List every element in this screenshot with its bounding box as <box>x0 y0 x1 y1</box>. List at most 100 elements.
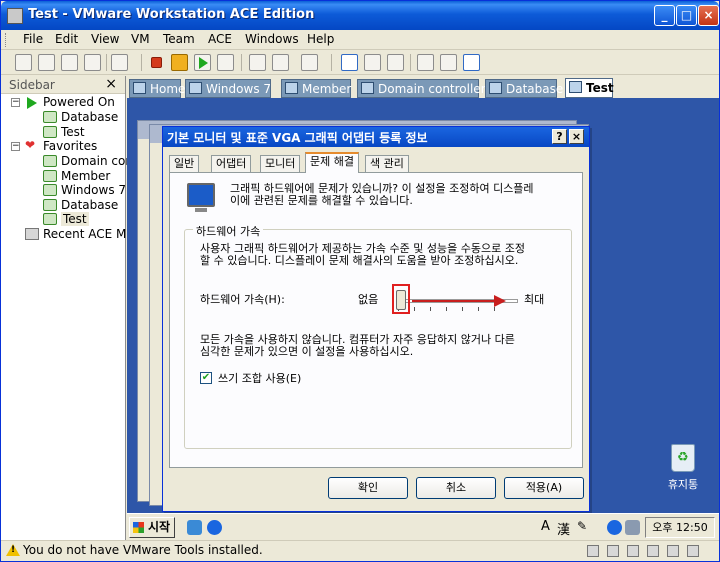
minimize-button[interactable]: _ <box>654 5 675 26</box>
status-bar: You do not have VMware Tools installed. <box>1 540 719 561</box>
recent-icon <box>25 228 39 240</box>
fullscreen-icon[interactable] <box>364 54 381 71</box>
menu-team[interactable]: Team <box>163 32 195 46</box>
cdrom-icon[interactable] <box>607 545 619 557</box>
menu-edit[interactable]: Edit <box>55 32 78 46</box>
sidebar-item-test-fav[interactable]: Test <box>61 212 89 226</box>
pause-icon[interactable] <box>171 54 188 71</box>
close-button[interactable]: × <box>698 5 719 26</box>
recycle-bin[interactable]: 휴지통 <box>655 444 711 492</box>
language-bar: A 漢 ✎ <box>537 517 601 538</box>
warning-icon <box>6 544 20 556</box>
team-icon[interactable] <box>272 54 289 71</box>
cancel-button[interactable]: 취소 <box>416 477 496 499</box>
stop-icon[interactable] <box>151 57 162 68</box>
sidebar-item-powered-on[interactable]: Powered On <box>43 95 115 109</box>
menu-ace[interactable]: ACE <box>208 32 232 46</box>
vm-icon <box>43 213 57 225</box>
sidebar-item-database-fav[interactable]: Database <box>61 198 118 212</box>
menu-help[interactable]: Help <box>307 32 334 46</box>
heart-icon: ❤ <box>25 138 36 152</box>
tab-monitor[interactable]: 모니터 <box>260 155 301 172</box>
sidebar-toggle-icon[interactable] <box>341 54 358 71</box>
tab-member[interactable]: Member <box>281 79 351 98</box>
sidebar-item-database[interactable]: Database <box>61 110 118 124</box>
recycle-bin-icon <box>671 444 695 472</box>
tab-windows-7[interactable]: Windows 7 <box>185 79 271 98</box>
appliance-view-icon[interactable] <box>440 54 457 71</box>
menu-windows[interactable]: Windows <box>245 32 299 46</box>
revert-icon[interactable] <box>38 54 55 71</box>
show-desktop-icon[interactable] <box>187 520 202 535</box>
clock[interactable]: 오후 12:50 <box>645 517 715 538</box>
vm-icon <box>43 155 57 167</box>
network-adapter-icon[interactable] <box>647 545 659 557</box>
settings-icon[interactable] <box>84 54 101 71</box>
guest-desktop[interactable]: 기본 모니터 및 표준 VGA 그래픽 어댑터 등록 정보 ? × 일반 어댑터… <box>127 98 719 540</box>
internet-explorer-icon[interactable] <box>207 520 222 535</box>
tab-label: Windows 7 <box>206 82 272 96</box>
ok-button[interactable]: 확인 <box>328 477 408 499</box>
help-icon[interactable] <box>607 520 622 535</box>
title-bar[interactable]: Test - VMware Workstation ACE Edition _ … <box>1 1 719 30</box>
collapse-icon[interactable]: − <box>11 98 20 107</box>
tab-test[interactable]: Test <box>565 78 614 98</box>
sound-icon[interactable] <box>687 545 699 557</box>
tab-adapter[interactable]: 어댑터 <box>211 155 252 172</box>
tab-home[interactable]: Home <box>129 79 185 98</box>
vm-tabs: Home Windows 7 Member Domain controller … <box>127 77 719 98</box>
snapshot-manager-icon[interactable] <box>61 54 78 71</box>
vm-icon <box>43 170 57 182</box>
reset-icon[interactable] <box>217 54 234 71</box>
sidebar-item-recent-ace[interactable]: Recent ACE M <box>43 227 126 241</box>
vm-icon <box>43 199 57 211</box>
vm-icon <box>569 81 582 93</box>
console-view-icon[interactable] <box>463 54 480 71</box>
dialog-close-button[interactable]: × <box>569 129 584 144</box>
toolbar-separator <box>106 54 107 71</box>
close-icon[interactable]: × <box>105 76 117 92</box>
tab-color-management[interactable]: 색 관리 <box>365 155 409 172</box>
menu-view[interactable]: View <box>91 32 119 46</box>
usb-icon[interactable] <box>667 545 679 557</box>
console-icon[interactable] <box>111 54 128 71</box>
hanja-icon[interactable]: 漢 <box>557 519 570 538</box>
help-button[interactable]: ? <box>552 129 567 144</box>
summary-view-icon[interactable] <box>417 54 434 71</box>
start-button[interactable]: 시작 <box>129 517 175 538</box>
play-icon[interactable] <box>194 54 211 71</box>
network-icon[interactable] <box>625 520 640 535</box>
slider-max-label: 최대 <box>524 293 545 306</box>
home-icon <box>133 82 146 94</box>
tab-label: Domain controller <box>378 82 486 96</box>
input-mode-icon[interactable]: A <box>541 519 550 534</box>
sidebar-item-member[interactable]: Member <box>61 169 110 183</box>
tab-domain-controller[interactable]: Domain controller <box>357 79 486 98</box>
sidebar-item-windows-7[interactable]: Windows 7 <box>61 183 126 197</box>
sidebar-item-domain-controller[interactable]: Domain cor <box>61 154 130 168</box>
ime-settings-icon[interactable]: ✎ <box>577 519 587 533</box>
sidebar: Sidebar × − Powered On Database Test − ❤… <box>1 76 130 540</box>
menu-file[interactable]: File <box>23 32 43 46</box>
floppy-icon[interactable] <box>627 545 639 557</box>
sidebar-item-favorites[interactable]: Favorites <box>43 139 97 153</box>
sidebar-header: Sidebar × <box>1 76 125 94</box>
app-icon <box>7 8 23 24</box>
sidebar-item-test[interactable]: Test <box>61 125 85 139</box>
dialog-title-bar[interactable]: 기본 모니터 및 표준 VGA 그래픽 어댑터 등록 정보 ? × <box>163 127 589 147</box>
maximize-button[interactable]: □ <box>676 5 697 26</box>
apply-button[interactable]: 적용(A) <box>504 477 584 499</box>
tab-database[interactable]: Database <box>485 79 563 98</box>
menu-bar: File Edit View VM Team ACE Windows Help <box>1 30 719 50</box>
toolbar <box>1 50 719 75</box>
quick-switch-icon[interactable] <box>387 54 404 71</box>
collapse-icon[interactable]: − <box>11 142 20 151</box>
menu-vm[interactable]: VM <box>131 32 150 46</box>
clone-icon[interactable] <box>249 54 266 71</box>
package-icon[interactable] <box>301 54 318 71</box>
tab-general[interactable]: 일반 <box>169 155 200 172</box>
write-combining-checkbox[interactable]: ✔ <box>200 372 212 384</box>
hard-disk-icon[interactable] <box>587 545 599 557</box>
snapshot-icon[interactable] <box>15 54 32 71</box>
tab-troubleshoot[interactable]: 문제 해결 <box>305 152 359 173</box>
